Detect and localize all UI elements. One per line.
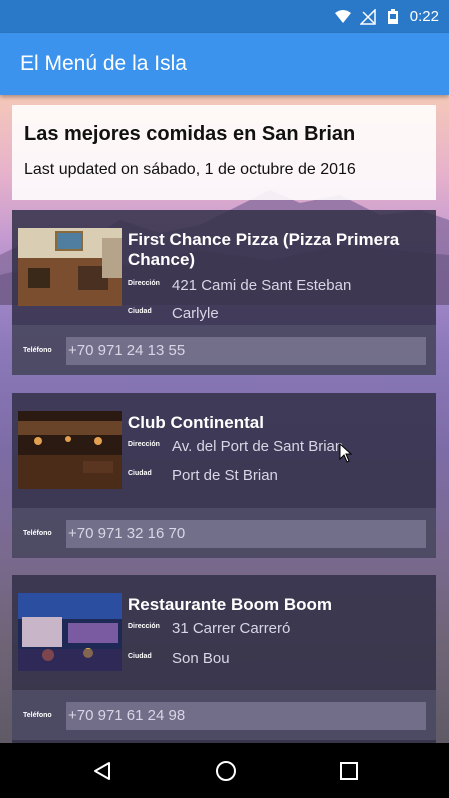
phone-label: Teléfono xyxy=(23,530,52,537)
clock: 0:22 xyxy=(409,8,439,25)
no-signal-icon xyxy=(359,8,376,25)
city-label: Ciudad xyxy=(128,653,152,660)
phone-label: Teléfono xyxy=(23,347,52,354)
restaurant-city: Port de St Brian xyxy=(172,467,278,484)
app-title: El Menú de la Isla xyxy=(20,52,187,75)
home-icon[interactable] xyxy=(214,759,238,783)
restaurant-name: Club Continental xyxy=(128,413,264,432)
city-label: Ciudad xyxy=(128,470,152,477)
address-label: Dirección xyxy=(128,623,160,630)
phone-row: Teléfono +70 971 61 24 98 xyxy=(12,690,436,740)
restaurant-card[interactable]: First Chance Pizza (Pizza Primera Chance… xyxy=(12,210,436,375)
wifi-icon xyxy=(334,9,351,23)
phone-field[interactable]: +70 971 24 13 55 xyxy=(66,337,426,365)
city-label: Ciudad xyxy=(128,308,152,315)
phone-field[interactable]: +70 971 32 16 70 xyxy=(66,520,426,548)
restaurant-city: Carlyle xyxy=(172,305,219,322)
restaurant-photo xyxy=(18,228,122,306)
app-bar: El Menú de la Isla xyxy=(0,33,449,95)
phone-row: Teléfono +70 971 24 13 55 xyxy=(12,325,436,375)
battery-icon xyxy=(387,8,398,24)
restaurant-name: Restaurante Boom Boom xyxy=(128,595,333,614)
back-icon[interactable] xyxy=(91,760,113,782)
restaurant-card[interactable]: Restaurante Boom Boom Dirección 31 Carre… xyxy=(12,575,436,743)
phone-field[interactable]: +70 971 61 24 98 xyxy=(66,702,426,730)
last-updated-text: Last updated on sábado, 1 de octubre de … xyxy=(24,161,356,178)
restaurant-photo xyxy=(18,593,122,671)
address-label: Dirección xyxy=(128,441,160,448)
restaurant-address: 421 Cami de Sant Esteban xyxy=(172,277,352,294)
header-card: Las mejores comidas en San Brian Last up… xyxy=(12,105,436,200)
restaurant-address: Av. del Port de Sant Brian xyxy=(172,438,344,455)
restaurant-city: Son Bou xyxy=(172,650,230,667)
restaurant-address: 31 Carrer Carreró xyxy=(172,620,291,637)
navigation-bar xyxy=(0,743,449,798)
recents-icon[interactable] xyxy=(339,761,359,781)
restaurant-card[interactable]: Club Continental Dirección Av. del Port … xyxy=(12,393,436,558)
address-label: Dirección xyxy=(128,280,160,287)
page-title: Las mejores comidas en San Brian xyxy=(24,123,356,145)
status-bar: 0:22 xyxy=(0,0,449,33)
phone-label: Teléfono xyxy=(23,712,52,719)
restaurant-list[interactable]: Las mejores comidas en San Brian Last up… xyxy=(0,95,449,743)
restaurant-photo xyxy=(18,411,122,489)
mouse-cursor-icon xyxy=(339,443,353,463)
phone-row: Teléfono +70 971 32 16 70 xyxy=(12,508,436,558)
restaurant-name: First Chance Pizza (Pizza Primera Chance… xyxy=(128,230,400,269)
